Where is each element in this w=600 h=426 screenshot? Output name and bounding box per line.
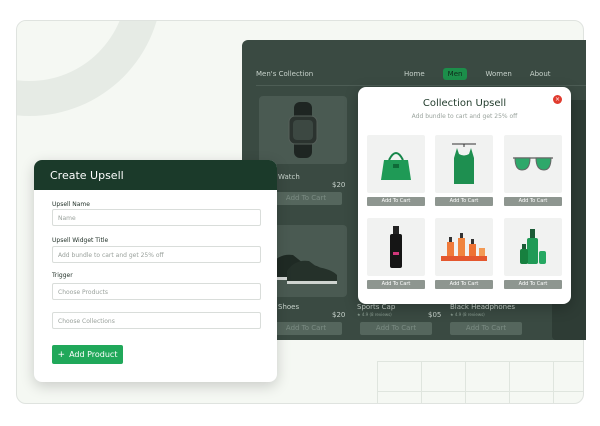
store-add-to-cart[interactable]: Add To Cart <box>450 322 522 335</box>
panel-title: Create Upsell <box>34 160 277 190</box>
store-product-name: Shoes <box>278 303 300 311</box>
add-to-cart-button[interactable]: Add To Cart <box>367 280 425 289</box>
choose-collections-select[interactable]: Choose Collections <box>52 312 261 329</box>
add-to-cart-button[interactable]: Add To Cart <box>367 197 425 206</box>
add-to-cart-button[interactable]: Add To Cart <box>435 280 493 289</box>
modal-subtitle: Add bundle to cart and get 25% off <box>411 113 518 120</box>
nav-men[interactable]: Men <box>442 67 468 80</box>
upsell-name-label: Upsell Name <box>52 201 90 208</box>
upsell-product: Add To Cart <box>435 218 493 289</box>
add-product-label: Add Product <box>69 350 118 359</box>
add-to-cart-button[interactable]: Add To Cart <box>435 197 493 206</box>
store-product-price: $05 <box>428 311 442 319</box>
add-product-button[interactable]: + Add Product <box>52 345 123 364</box>
store-product-price: $20 <box>332 311 346 319</box>
widget-title-input[interactable]: Add bundle to cart and get 25% off <box>52 246 261 263</box>
upsell-product: Add To Cart <box>435 135 493 206</box>
choose-products-select[interactable]: Choose Products <box>52 283 261 300</box>
handbag-icon <box>381 152 411 180</box>
collection-upsell-modal: Collection Upsell Add bundle to cart and… <box>358 87 571 304</box>
nav-about[interactable]: About <box>530 70 551 78</box>
add-to-cart-button[interactable]: Add To Cart <box>504 197 562 206</box>
store-product-price: $20 <box>332 181 346 189</box>
decorative-grid <box>377 361 583 403</box>
dropper-bottles-icon <box>520 229 546 264</box>
close-icon[interactable]: × <box>553 95 562 104</box>
store-add-to-cart[interactable]: Add To Cart <box>270 192 342 205</box>
store-nav: Men's Collection Home Men Women About <box>256 62 586 86</box>
sunglasses-icon <box>513 157 553 171</box>
store-product-rating: ★ 4.9 (8 reviews) <box>357 312 392 317</box>
store-product-name: Watch <box>278 173 300 181</box>
product-image <box>504 218 562 276</box>
nav-home[interactable]: Home <box>404 70 425 78</box>
product-image <box>435 135 493 193</box>
modal-title: Collection Upsell <box>422 98 507 109</box>
cosmetics-set-icon <box>441 233 487 261</box>
product-image <box>367 135 425 193</box>
store-add-to-cart[interactable]: Add To Cart <box>360 322 432 335</box>
upsell-product: Add To Cart <box>504 135 562 206</box>
plus-icon: + <box>57 349 66 360</box>
nav-women[interactable]: Women <box>485 70 511 78</box>
watch-icon <box>288 102 318 158</box>
store-product-rating: ★ 4.9 (8 reviews) <box>450 312 485 317</box>
upsell-product: Add To Cart <box>504 218 562 289</box>
widget-title-label: Upsell Widget Title <box>52 237 109 244</box>
store-product-name: Sports Cap <box>357 303 396 311</box>
store-product-image <box>259 96 347 164</box>
store-product-name: Black Headphones <box>450 303 516 311</box>
bottle-icon <box>390 226 402 268</box>
product-image <box>435 218 493 276</box>
product-image <box>367 218 425 276</box>
add-to-cart-button[interactable]: Add To Cart <box>504 280 562 289</box>
store-add-to-cart[interactable]: Add To Cart <box>270 322 342 335</box>
upsell-product: Add To Cart <box>367 135 425 206</box>
upsell-product: Add To Cart <box>367 218 425 289</box>
product-image <box>504 135 562 193</box>
store-brand: Men's Collection <box>256 69 314 78</box>
upsell-name-input[interactable]: Name <box>52 209 261 226</box>
tank-top-icon <box>452 143 476 184</box>
trigger-label: Trigger <box>52 272 73 279</box>
create-upsell-panel: Create Upsell Upsell Name Name Upsell Wi… <box>34 160 277 382</box>
